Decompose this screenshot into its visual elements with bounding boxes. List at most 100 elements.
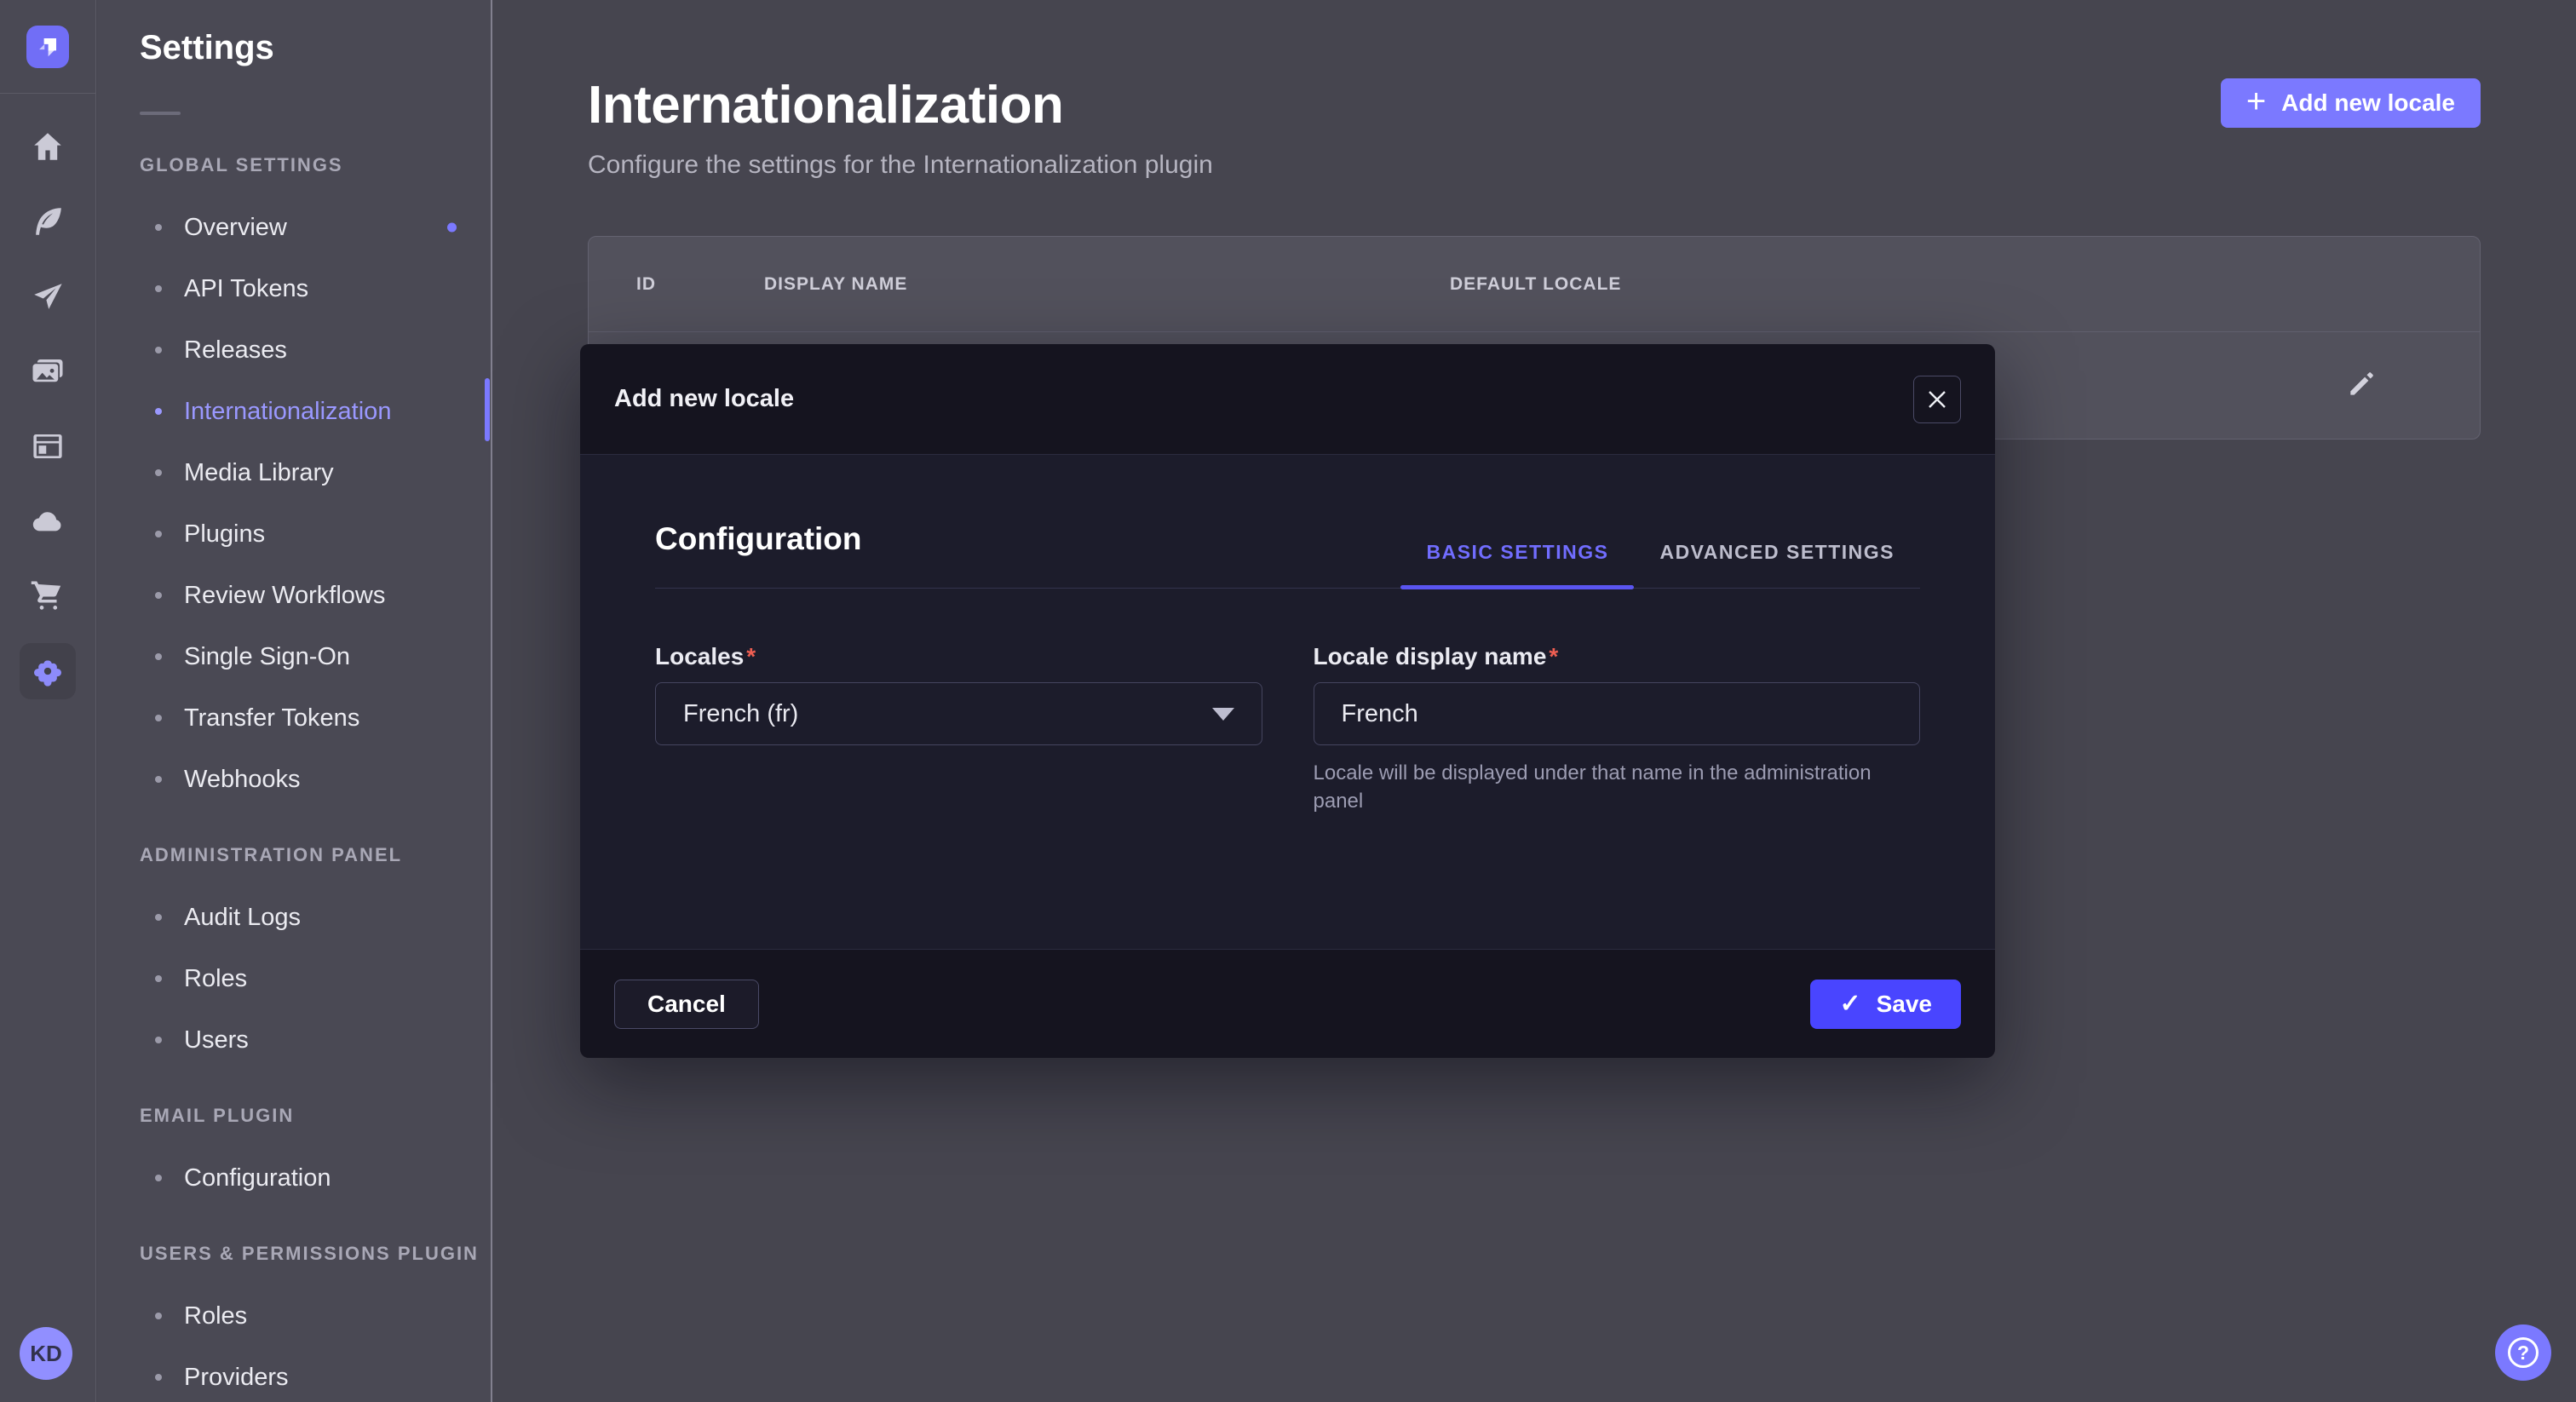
sidebar-item-single-sign-on[interactable]: Single Sign-On xyxy=(97,626,491,687)
close-modal-button[interactable] xyxy=(1913,376,1961,423)
bullet-icon xyxy=(155,531,162,537)
nav-list-users-permissions: Roles Providers xyxy=(97,1285,491,1402)
sidebar-item-up-roles[interactable]: Roles xyxy=(97,1285,491,1347)
column-header-id: ID xyxy=(636,274,764,295)
bullet-icon xyxy=(155,592,162,599)
nav-list-email: Configuration xyxy=(97,1147,491,1209)
marketplace-icon[interactable] xyxy=(0,559,96,634)
bullet-icon xyxy=(155,975,162,982)
plus-icon: + xyxy=(2246,84,2266,118)
pencil-icon xyxy=(2345,368,2378,400)
settings-icon[interactable] xyxy=(0,634,96,709)
nav-list-admin: Audit Logs Roles Users xyxy=(97,887,491,1071)
bullet-icon xyxy=(155,1175,162,1181)
cancel-button[interactable]: Cancel xyxy=(614,980,759,1029)
strapi-logo-icon xyxy=(35,34,60,60)
settings-tabs: BASIC SETTINGS ADVANCED SETTINGS xyxy=(1400,541,1920,588)
section-email-plugin: EMAIL PLUGIN xyxy=(140,1105,491,1127)
table-header-row: ID DISPLAY NAME DEFAULT LOCALE xyxy=(589,237,2480,332)
chevron-down-icon xyxy=(1212,708,1234,721)
sidebar-item-releases[interactable]: Releases xyxy=(97,319,491,381)
sidebar-item-overview[interactable]: Overview xyxy=(97,197,491,258)
display-name-hint: Locale will be displayed under that name… xyxy=(1314,759,1921,815)
close-icon xyxy=(1927,389,1947,410)
tab-advanced-settings[interactable]: ADVANCED SETTINGS xyxy=(1634,541,1920,588)
locales-label: Locales* xyxy=(655,643,756,669)
sidebar-title-divider xyxy=(140,112,181,115)
edit-locale-button[interactable] xyxy=(2345,368,2378,403)
bullet-icon xyxy=(155,914,162,921)
settings-sidebar: Settings GLOBAL SETTINGS Overview API To… xyxy=(97,0,492,1402)
required-mark: * xyxy=(1549,643,1558,669)
bullet-icon xyxy=(155,347,162,353)
section-administration-panel: ADMINISTRATION PANEL xyxy=(140,844,491,866)
locales-field: Locales* French (fr) xyxy=(655,643,1262,815)
bullet-icon xyxy=(155,1037,162,1043)
bullet-icon xyxy=(155,1313,162,1319)
sidebar-item-media-library[interactable]: Media Library xyxy=(97,442,491,503)
section-global-settings: GLOBAL SETTINGS xyxy=(140,154,491,176)
configuration-title: Configuration xyxy=(655,521,862,588)
check-icon: ✓ xyxy=(1839,991,1860,1017)
bullet-icon xyxy=(155,715,162,721)
column-header-display-name: DISPLAY NAME xyxy=(764,274,1450,295)
sidebar-item-transfer-tokens[interactable]: Transfer Tokens xyxy=(97,687,491,749)
locales-select[interactable]: French (fr) xyxy=(655,682,1262,745)
add-locale-modal: Add new locale Configuration BASIC SETTI… xyxy=(580,344,1995,1058)
bullet-icon xyxy=(155,285,162,292)
sidebar-item-webhooks[interactable]: Webhooks xyxy=(97,749,491,810)
display-name-label: Locale display name* xyxy=(1314,643,1559,669)
page-header-text: Internationalization Configure the setti… xyxy=(588,75,1213,180)
notification-dot-icon xyxy=(447,223,457,233)
modal-fields-row: Locales* French (fr) Locale display name… xyxy=(655,643,1920,815)
sidebar-item-email-configuration[interactable]: Configuration xyxy=(97,1147,491,1209)
user-avatar[interactable]: KD xyxy=(20,1327,72,1380)
modal-header: Add new locale xyxy=(580,344,1995,455)
help-button[interactable]: ? xyxy=(2495,1324,2551,1381)
logo-area xyxy=(0,0,95,94)
save-button[interactable]: ✓ Save xyxy=(1810,980,1961,1029)
bullet-icon xyxy=(155,1374,162,1381)
bullet-icon xyxy=(155,776,162,783)
section-users-permissions-plugin: USERS & PERMISSIONS PLUGIN xyxy=(140,1243,491,1265)
home-icon[interactable] xyxy=(0,109,96,184)
modal-body: Configuration BASIC SETTINGS ADVANCED SE… xyxy=(580,455,1995,949)
media-library-icon[interactable] xyxy=(0,334,96,409)
display-name-field: Locale display name* Locale will be disp… xyxy=(1314,643,1921,815)
display-name-input[interactable] xyxy=(1342,700,1893,728)
modal-footer: Cancel ✓ Save xyxy=(580,949,1995,1058)
add-new-locale-button[interactable]: + Add new locale xyxy=(2221,78,2481,128)
settings-active-bg xyxy=(20,643,76,699)
configuration-header-row: Configuration BASIC SETTINGS ADVANCED SE… xyxy=(655,521,1920,589)
nav-list-global: Overview API Tokens Releases Internation… xyxy=(97,197,491,810)
strapi-logo[interactable] xyxy=(26,26,69,68)
cloud-icon[interactable] xyxy=(0,484,96,559)
display-name-input-wrap xyxy=(1314,682,1921,745)
sidebar-item-audit-logs[interactable]: Audit Logs xyxy=(97,887,491,948)
deploy-icon[interactable] xyxy=(0,259,96,334)
content-type-builder-icon[interactable] xyxy=(0,184,96,259)
page-header: Internationalization Configure the setti… xyxy=(588,75,2481,180)
bullet-icon xyxy=(155,653,162,660)
sidebar-scrollbar-thumb[interactable] xyxy=(485,378,490,441)
sidebar-item-admin-roles[interactable]: Roles xyxy=(97,948,491,1009)
tab-basic-settings[interactable]: BASIC SETTINGS xyxy=(1400,541,1634,588)
sidebar-item-internationalization[interactable]: Internationalization xyxy=(97,381,491,442)
locales-select-value: French (fr) xyxy=(683,700,798,728)
page-subtitle: Configure the settings for the Internati… xyxy=(588,151,1213,180)
content-manager-icon[interactable] xyxy=(0,409,96,484)
rail-icon-list xyxy=(0,109,96,709)
icon-rail xyxy=(0,0,96,1402)
sidebar-item-review-workflows[interactable]: Review Workflows xyxy=(97,565,491,626)
column-header-default-locale: DEFAULT LOCALE xyxy=(1450,274,2480,295)
sidebar-item-providers[interactable]: Providers xyxy=(97,1347,491,1402)
page-title: Internationalization xyxy=(588,75,1213,135)
sidebar-title: Settings xyxy=(140,29,491,67)
required-mark: * xyxy=(746,643,756,669)
question-mark-icon: ? xyxy=(2508,1337,2539,1368)
sidebar-item-plugins[interactable]: Plugins xyxy=(97,503,491,565)
sidebar-item-api-tokens[interactable]: API Tokens xyxy=(97,258,491,319)
sidebar-item-users[interactable]: Users xyxy=(97,1009,491,1071)
bullet-icon xyxy=(155,408,162,415)
modal-title: Add new locale xyxy=(614,385,794,413)
